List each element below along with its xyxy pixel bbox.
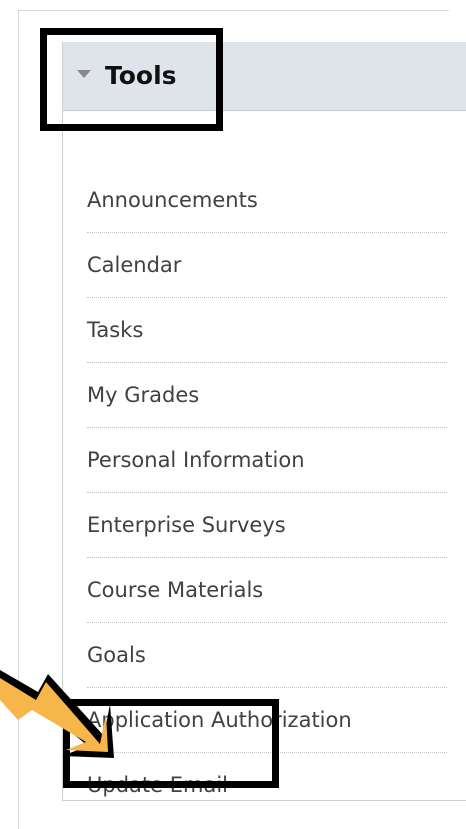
menu-item-course-materials[interactable]: Course Materials	[87, 558, 466, 623]
triangle-down-icon[interactable]	[77, 70, 91, 78]
menu-item-label[interactable]: Course Materials	[87, 578, 263, 602]
menu-item-label[interactable]: Announcements	[87, 188, 258, 212]
menu-item-label[interactable]: Goals	[87, 643, 146, 667]
menu-item-calendar[interactable]: Calendar	[87, 233, 466, 298]
menu-item-label[interactable]: Enterprise Surveys	[87, 513, 286, 537]
menu-item-application-authorization[interactable]: Application Authorization	[87, 688, 466, 753]
menu-item-personal-information[interactable]: Personal Information	[87, 428, 466, 493]
menu-item-label[interactable]: Application Authorization	[87, 708, 352, 732]
menu-item-label[interactable]: My Grades	[87, 383, 199, 407]
menu-item-goals[interactable]: Goals	[87, 623, 466, 688]
menu-item-enterprise-surveys[interactable]: Enterprise Surveys	[87, 493, 466, 558]
menu-item-update-email[interactable]: Update Email	[87, 753, 466, 818]
tools-panel-header[interactable]: Tools	[63, 42, 466, 111]
menu-item-my-grades[interactable]: My Grades	[87, 363, 466, 428]
panel-title: Tools	[105, 61, 177, 90]
tools-menu: Announcements Calendar Tasks My Grades P…	[87, 168, 466, 818]
menu-item-label[interactable]: Update Email	[87, 773, 228, 797]
tools-panel: Tools Announcements Calendar Tasks My Gr…	[62, 42, 466, 801]
menu-item-tasks[interactable]: Tasks	[87, 298, 466, 363]
menu-item-announcements[interactable]: Announcements	[87, 168, 466, 233]
menu-item-label[interactable]: Calendar	[87, 253, 181, 277]
menu-item-label[interactable]: Tasks	[87, 318, 143, 342]
menu-item-label[interactable]: Personal Information	[87, 448, 305, 472]
